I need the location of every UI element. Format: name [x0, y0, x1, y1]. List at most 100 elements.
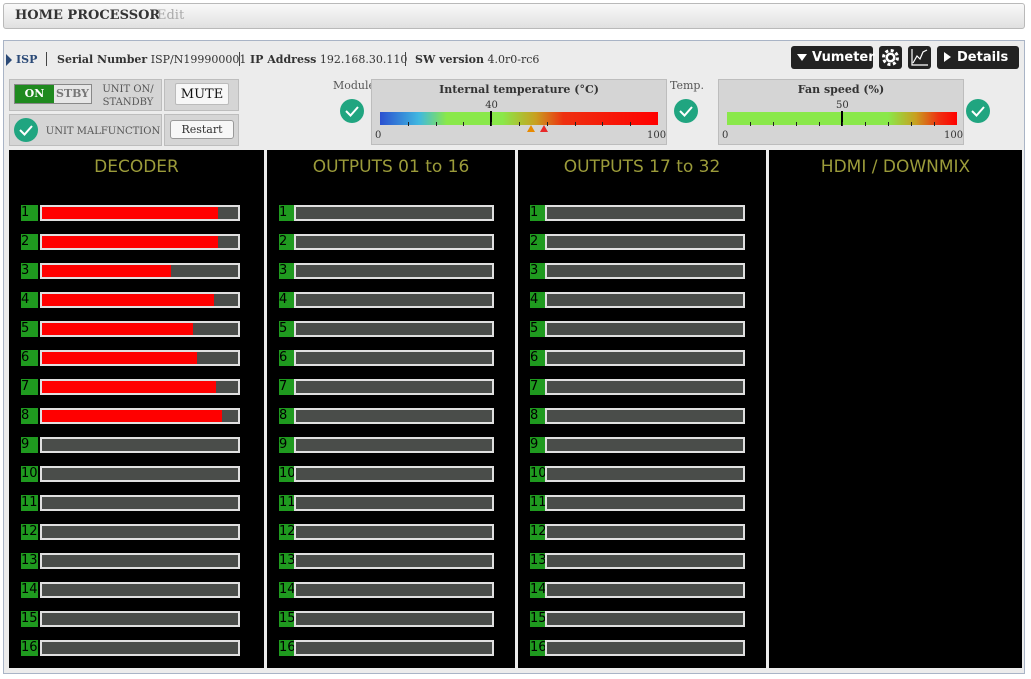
serial-label: Serial Number	[57, 53, 148, 66]
malfunction-status-icon	[14, 118, 38, 142]
channel-row: 12	[518, 522, 766, 542]
level-meter	[545, 582, 745, 598]
channel-number: 13	[21, 553, 38, 569]
channel-row: 14	[9, 580, 264, 600]
channel-number: 16	[21, 640, 38, 656]
meter-column: OUTPUTS 01 to 16 1 2 3 4 5 6 7 8 9 10 11 12 13 14 15 16	[267, 150, 515, 668]
level-meter	[40, 234, 240, 250]
scale-tick	[842, 122, 843, 126]
level-meter	[40, 582, 240, 598]
scale-tick	[630, 122, 632, 126]
mute-button[interactable]: MUTE	[175, 83, 229, 105]
chart-button[interactable]	[908, 46, 931, 69]
level-meter	[545, 611, 745, 627]
temperature-title: Internal temperature (°C)	[439, 83, 599, 96]
channel-row: 2	[9, 232, 264, 252]
level-meter	[545, 553, 745, 569]
level-meter	[294, 379, 494, 395]
alarm-threshold-icon	[540, 125, 548, 132]
column-title: HDMI / DOWNMIX	[820, 157, 971, 177]
level-meter	[294, 611, 494, 627]
channel-row: 15	[518, 609, 766, 629]
divider	[46, 52, 47, 66]
level-meter	[545, 321, 745, 337]
level-fill	[42, 323, 193, 335]
settings-button[interactable]	[879, 46, 902, 69]
level-meter	[40, 379, 240, 395]
level-meter	[294, 437, 494, 453]
scale-tick	[435, 122, 437, 126]
channel-row: 10	[9, 464, 264, 484]
channel-number: 12	[21, 524, 38, 540]
level-fill	[42, 294, 215, 306]
fan-speed-value: 50	[836, 100, 849, 111]
level-meter	[40, 611, 240, 627]
level-meter	[545, 379, 745, 395]
level-meter	[40, 495, 240, 511]
level-meter	[294, 263, 494, 279]
channel-number: 1	[21, 205, 38, 221]
level-fill	[42, 381, 217, 393]
malfunction-indicator: UNIT MALFUNCTION	[9, 114, 162, 146]
channel-row: 7	[267, 377, 515, 397]
level-meter	[545, 524, 745, 540]
level-meter	[40, 408, 240, 424]
level-meter	[40, 263, 240, 279]
fan-speed-title: Fan speed (%)	[797, 83, 885, 96]
level-meter	[545, 350, 745, 366]
channel-number: 14	[21, 582, 38, 598]
channel-row: 10	[267, 464, 515, 484]
channel-row: 13	[518, 551, 766, 571]
on-option[interactable]: ON	[15, 85, 54, 103]
fan-speed-max: 100	[944, 130, 964, 141]
serial-number: Serial Number ISP/N199900001	[57, 53, 246, 66]
caret-down-icon	[797, 54, 807, 61]
channel-row: 16	[9, 638, 264, 658]
scale-tick	[602, 122, 604, 126]
restart-button[interactable]: Restart	[170, 120, 234, 139]
ip-label: IP Address	[250, 53, 317, 66]
edit-link[interactable]: Edit	[157, 8, 184, 23]
channel-number: 2	[21, 234, 38, 250]
gear-icon	[882, 49, 899, 66]
power-toggle[interactable]: ON STBY	[14, 84, 92, 104]
channel-row: 11	[267, 493, 515, 513]
restart-control: Restart	[164, 114, 239, 146]
channel-number: 6	[21, 350, 38, 366]
level-meter	[40, 321, 240, 337]
level-fill	[42, 265, 172, 277]
level-meter	[40, 524, 240, 540]
device-name[interactable]: ISP	[16, 53, 37, 66]
standby-label: STANDBY	[102, 97, 154, 108]
vumeter-button[interactable]: Vumeter	[791, 46, 875, 69]
level-meter	[294, 524, 494, 540]
details-button[interactable]: Details	[937, 46, 1019, 69]
temperature-value: 40	[485, 100, 498, 111]
level-meter	[545, 263, 745, 279]
fan-status-icon	[966, 99, 990, 123]
channel-number: 10	[21, 466, 38, 482]
channel-number: 11	[21, 495, 38, 511]
sw-value: 4.0r0-rc6	[487, 53, 540, 66]
warning-threshold-icon	[527, 125, 535, 132]
scale-tick	[934, 122, 935, 126]
temperature-gauge: Internal temperature (°C) 40 0 100	[371, 79, 667, 145]
scale-tick	[463, 122, 465, 126]
level-meter	[294, 466, 494, 482]
expand-icon[interactable]	[6, 54, 12, 66]
mute-control: MUTE	[164, 79, 239, 111]
serial-value: ISP/N199900001	[150, 53, 247, 66]
channel-row: 9	[9, 435, 264, 455]
channel-number: 8	[21, 408, 38, 424]
sw-label: SW version	[415, 53, 485, 66]
meter-column: HDMI / DOWNMIX	[769, 150, 1022, 668]
module-status-icon	[340, 99, 364, 123]
channel-row: 3	[267, 261, 515, 281]
level-fill	[42, 352, 197, 364]
standby-option[interactable]: STBY	[54, 85, 91, 103]
channel-row: 8	[518, 406, 766, 426]
title-bar: HOME PROCESSOR Edit	[3, 3, 1025, 29]
temp-status-icon	[674, 99, 698, 123]
column-title: DECODER	[94, 157, 179, 177]
scale-tick	[574, 122, 576, 126]
